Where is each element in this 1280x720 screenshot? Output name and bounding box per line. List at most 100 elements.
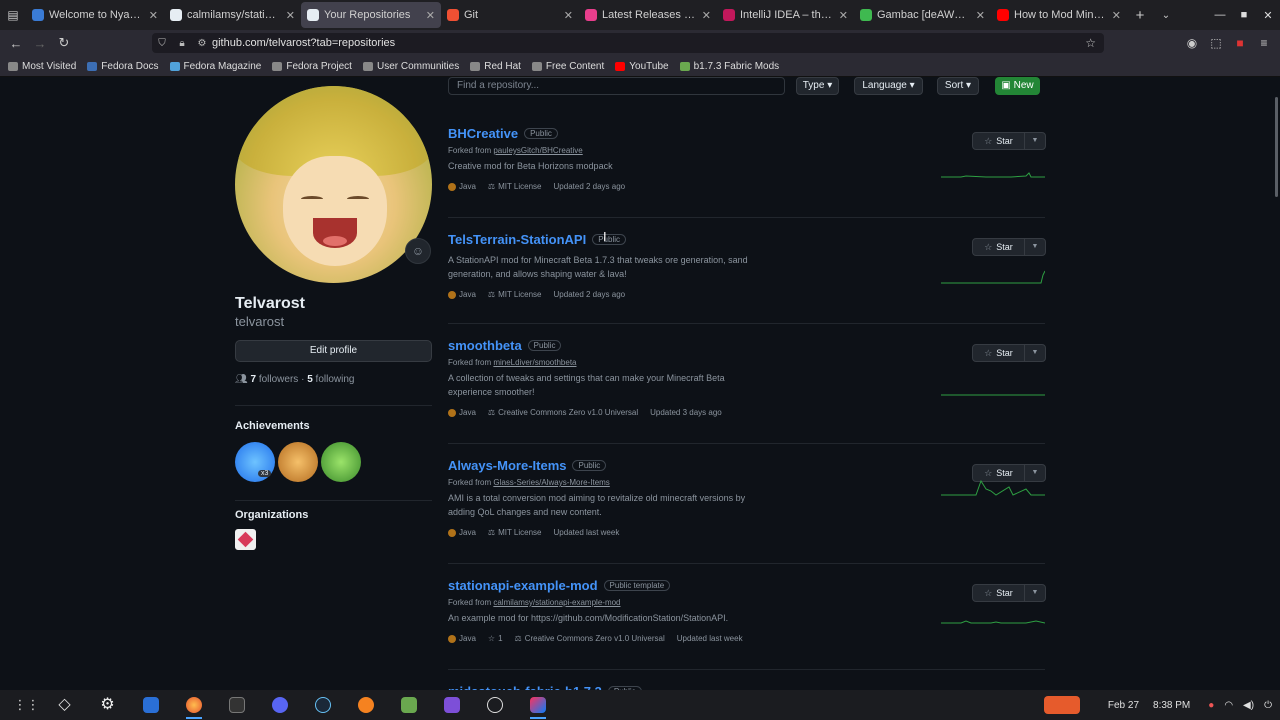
firefox-icon[interactable] (172, 690, 215, 720)
maximize-icon[interactable]: ■ (1232, 9, 1256, 21)
tray-date[interactable]: Feb 27 (1108, 700, 1139, 711)
bookmark-item[interactable]: Red Hat (470, 61, 521, 72)
lock-icon[interactable]: 🔒︎ (175, 38, 189, 49)
bookmark-item[interactable]: YouTube (615, 61, 669, 72)
edit-profile-button[interactable]: Edit profile (235, 340, 432, 362)
tab-close-icon[interactable]: ✕ (286, 9, 295, 22)
bookmark-star-icon[interactable]: ☆ (1085, 36, 1096, 50)
browser-tab[interactable]: Welcome to NyaWiki ✕ (26, 0, 164, 30)
volume-icon[interactable]: ◀) (1243, 700, 1254, 711)
star-button[interactable]: ☆ Star ▼ (972, 238, 1046, 256)
addon-icon[interactable]: ■ (1228, 36, 1252, 50)
fork-source-link[interactable]: Glass-Series/Always-More-Items (493, 478, 609, 487)
bookmark-item[interactable]: User Communities (362, 61, 459, 72)
repo-name-link[interactable]: BHCreative (448, 126, 518, 141)
tab-close-icon[interactable]: ✕ (564, 9, 573, 22)
achievement-badge-pair[interactable] (321, 442, 361, 482)
browser-tab[interactable]: IntelliJ IDEA – the IDE f ✕ (717, 0, 854, 30)
browser-tab[interactable]: Gambac [deAWT & M ✕ (854, 0, 991, 30)
tab-close-icon[interactable]: ✕ (839, 9, 848, 22)
tab-overview-icon[interactable]: ▤ (0, 8, 26, 22)
set-status-icon[interactable]: ☺ (405, 238, 431, 264)
find-repository-input[interactable]: Find a repository... (448, 77, 785, 95)
browser-app-icon[interactable] (344, 690, 387, 720)
browser-tab[interactable]: How to Mod Minecraft ✕ (991, 0, 1127, 30)
avatar[interactable] (235, 86, 432, 283)
followers-link[interactable]: 7 followers (250, 374, 298, 385)
tab-close-icon[interactable]: ✕ (976, 9, 985, 22)
permissions-icon[interactable]: ⚙ (195, 38, 209, 49)
fork-source-link[interactable]: calmilamsy/stationapi-example-mod (493, 598, 620, 607)
discord-icon[interactable] (258, 690, 301, 720)
law-icon: ⚖ (487, 408, 496, 417)
close-window-icon[interactable]: ✕ (1256, 9, 1280, 22)
organization-logo[interactable] (235, 529, 256, 550)
url-text[interactable]: github.com/telvarost?tab=repositories (212, 37, 395, 49)
terminal-icon[interactable] (215, 690, 258, 720)
page-scrollbar[interactable] (1275, 97, 1278, 197)
extensions-icon[interactable]: ⬚ (1204, 36, 1228, 50)
star-button[interactable]: ☆ Star ▼ (972, 132, 1046, 150)
repo-name-link[interactable]: TelsTerrain-StationAPI (448, 232, 586, 247)
bookmark-item[interactable]: Fedora Docs (87, 61, 159, 72)
tab-close-icon[interactable]: ✕ (702, 9, 711, 22)
language-filter-button[interactable]: Language ▾ (854, 77, 923, 95)
browser-tab[interactable]: Git ✕ (441, 0, 579, 30)
browser-tab[interactable]: Your Repositories ✕ (301, 2, 441, 28)
bookmark-item[interactable]: Fedora Project (272, 61, 352, 72)
repo-name-link[interactable]: stationapi-example-mod (448, 578, 598, 593)
new-repository-button[interactable]: ▣ New (995, 77, 1040, 95)
minimize-icon[interactable]: — (1208, 9, 1232, 21)
shield-icon[interactable]: ⛉ (155, 38, 169, 49)
star-button[interactable]: ☆ Star ▼ (972, 344, 1046, 362)
app-purple-icon[interactable] (430, 690, 473, 720)
intellij-icon[interactable] (516, 690, 559, 720)
bookmark-item[interactable]: Free Content (531, 61, 604, 72)
star-button[interactable]: ☆ Star ▼ (972, 584, 1046, 602)
new-tab-icon[interactable]: + (1127, 7, 1153, 24)
star-list-dropdown-icon[interactable]: ▼ (1025, 585, 1045, 601)
git-app-icon[interactable] (473, 690, 516, 720)
account-icon[interactable]: ◉ (1180, 36, 1204, 50)
type-filter-button[interactable]: Type ▾ (796, 77, 839, 95)
browser-tab[interactable]: calmilamsy/stationapi ✕ (164, 0, 301, 30)
sort-button[interactable]: Sort ▾ (937, 77, 979, 95)
fork-source-link[interactable]: pauleysGitch/BHCreative (493, 146, 582, 155)
files-icon[interactable] (129, 690, 172, 720)
star-list-dropdown-icon[interactable]: ▼ (1025, 239, 1045, 255)
back-icon[interactable]: ← (4, 36, 28, 51)
wifi-icon[interactable]: ◠ (1224, 700, 1233, 711)
bookmark-item[interactable]: b1.7.3 Fabric Mods (679, 61, 779, 72)
settings-icon[interactable]: ⚙ (86, 690, 129, 720)
tab-close-icon[interactable]: ✕ (1112, 9, 1121, 22)
tab-close-icon[interactable]: ✕ (149, 9, 158, 22)
microphone-icon[interactable]: ● (1208, 700, 1214, 711)
tab-close-icon[interactable]: ✕ (426, 9, 435, 22)
reload-icon[interactable]: ↻ (52, 35, 76, 51)
repo-separator (448, 217, 1045, 218)
repo-name-link[interactable]: smoothbeta (448, 338, 522, 353)
repo-description: An example mod for https://github.com/Mo… (448, 613, 729, 623)
recording-indicator[interactable] (1043, 696, 1080, 714)
achievements-heading[interactable]: Achievements (235, 420, 310, 432)
url-bar[interactable]: ⛉ 🔒︎ ⚙ github.com/telvarost?tab=reposito… (152, 33, 1104, 53)
steam-icon[interactable] (301, 690, 344, 720)
star-list-dropdown-icon[interactable]: ▼ (1025, 133, 1045, 149)
star-list-dropdown-icon[interactable]: ▼ (1025, 345, 1045, 361)
browser-tab[interactable]: Latest Releases | Adopt ✕ (579, 0, 717, 30)
forward-icon[interactable]: → (28, 36, 52, 51)
tray-time[interactable]: 8:38 PM (1153, 700, 1190, 711)
bookmark-item[interactable]: Fedora Magazine (169, 61, 261, 72)
activities-icon[interactable]: ◇ (43, 690, 86, 720)
list-tabs-icon[interactable]: ⌄ (1153, 10, 1179, 21)
achievement-badge-yolo[interactable] (278, 442, 318, 482)
app-launcher-icon[interactable]: ⋮⋮ (0, 690, 43, 720)
menu-icon[interactable]: ≡ (1252, 36, 1276, 50)
bookmark-item[interactable]: Most Visited (8, 61, 76, 72)
repo-stars[interactable]: ☆ 1 (488, 634, 503, 643)
power-icon[interactable]: ⏻ (1264, 700, 1272, 711)
minecraft-icon[interactable] (387, 690, 430, 720)
following-link[interactable]: 5 following (307, 374, 354, 385)
fork-source-link[interactable]: mineLdiver/smoothbeta (493, 358, 576, 367)
repo-name-link[interactable]: Always-More-Items (448, 458, 566, 473)
